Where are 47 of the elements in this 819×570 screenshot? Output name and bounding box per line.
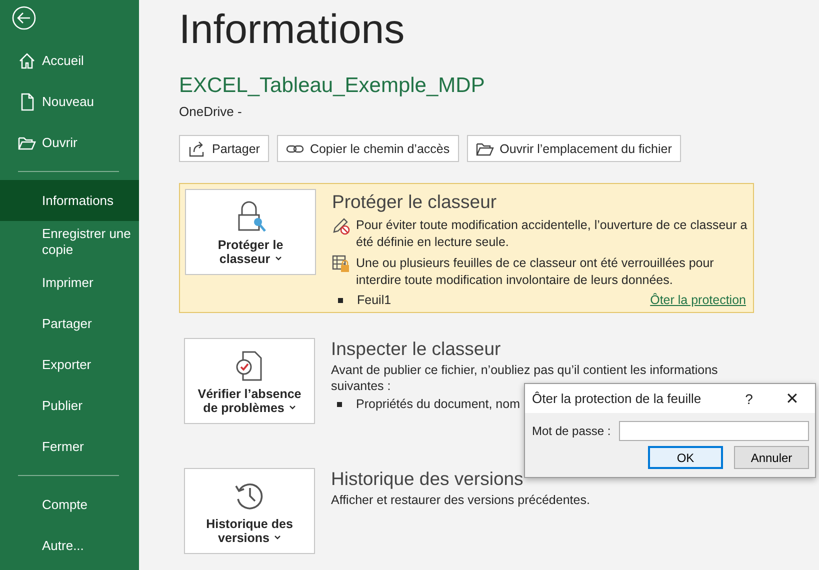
- chevron-down-icon: [288, 405, 296, 410]
- section-text: Avant de publier ce fichier, n’oubliez pas qu’il contient les informations: [331, 363, 718, 377]
- sidebar-item[interactable]: Fermer: [0, 426, 139, 467]
- sidebar-item[interactable]: Partager: [0, 303, 139, 344]
- section-title: Inspecter le classeur: [331, 338, 501, 359]
- sidebar-item[interactable]: Compte: [0, 484, 139, 525]
- folder-icon: [476, 140, 494, 156]
- section-button[interactable]: Historique des versions: [184, 468, 315, 554]
- dialog-button[interactable]: OK: [648, 446, 723, 469]
- file-name: EXCEL_Tableau_Exemple_MDP: [179, 74, 486, 98]
- dialog-title: Ôter la protection de la feuille: [532, 391, 702, 406]
- section-title: Protéger le classeur: [332, 191, 497, 212]
- close-button[interactable]: ✕: [769, 388, 815, 408]
- remove-protection-link[interactable]: Ôter la protection: [650, 293, 748, 307]
- action-button[interactable]: Ouvrir l’emplacement du fichier: [466, 135, 681, 162]
- bullet-text: Propriétés du document, nom: [356, 397, 520, 411]
- sidebar-item[interactable]: Autre...: [0, 525, 139, 566]
- share-icon: [188, 140, 206, 156]
- sidebar-item[interactable]: Imprimer: [0, 262, 139, 303]
- dialog-button[interactable]: Annuler: [734, 446, 809, 469]
- sidebar-item[interactable]: Informations: [0, 180, 139, 221]
- sidebar-item[interactable]: Ouvrir: [0, 122, 139, 163]
- sidebar-item[interactable]: Enregistrer une copie: [0, 221, 139, 262]
- help-button[interactable]: ?: [729, 390, 769, 406]
- page-title: Informations: [179, 6, 406, 52]
- chevron-down-icon: [274, 535, 281, 540]
- sidebar-item[interactable]: Accueil: [0, 40, 139, 81]
- home-icon: [17, 51, 37, 71]
- pencil-blocked-icon: [332, 217, 350, 235]
- sidebar-item[interactable]: Nouveau: [0, 81, 139, 122]
- file-location: OneDrive -: [179, 104, 243, 119]
- section-text: Afficher et restaurer des versions précédentes.: [331, 492, 591, 509]
- section-note: Une ou plusieurs feuilles de ce classeur ont été verrouillées pour interdire toute modification involontaire de leurs données.: [356, 255, 715, 289]
- locked-sheet-icon: [332, 255, 350, 273]
- section-title: Historique des versions: [331, 468, 524, 489]
- sidebar-item[interactable]: Exporter: [0, 344, 139, 385]
- section-button[interactable]: Vérifier l’absence de problèmes: [184, 338, 315, 424]
- field-label: Mot de passe :: [532, 424, 611, 438]
- sidebar-item[interactable]: Publier: [0, 385, 139, 426]
- action-button[interactable]: Copier le chemin d’accès: [276, 135, 459, 162]
- sheet-name: Feuil1: [357, 293, 392, 307]
- section-text: suivantes :: [331, 379, 391, 393]
- section-note: Pour éviter toute modification accidentelle, l’ouverture de ce classeur a été définie en lecture seule.: [356, 217, 748, 251]
- password-field[interactable]: [618, 421, 809, 441]
- chevron-down-icon: [274, 256, 282, 261]
- section-button[interactable]: Protéger le classeur: [185, 189, 316, 275]
- action-button[interactable]: Partager: [179, 135, 269, 162]
